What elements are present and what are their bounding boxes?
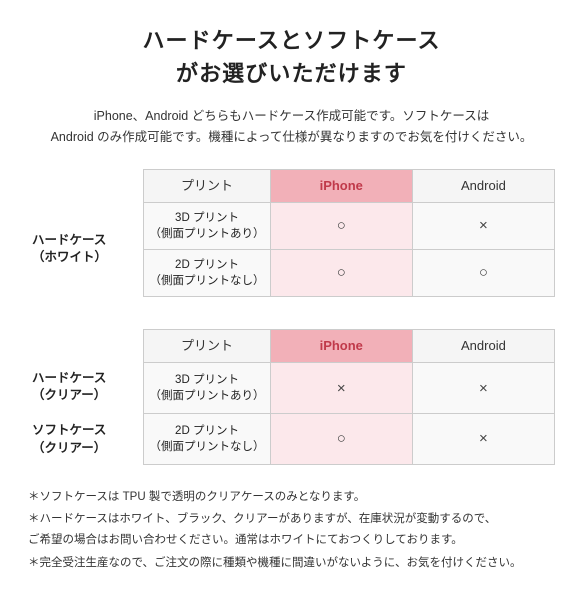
row-group-label-1: ハードケース（ホワイト） [28,202,144,296]
row-3-android: × [412,363,554,414]
row-group-label-2: ハードケース（クリアー）ソフトケース（クリアー） [28,363,144,465]
main-title: ハードケースとソフトケース がお選びいただけます [28,24,555,90]
description-text: iPhone、Android どちらもハードケース作成可能です。ソフトケースは … [28,106,555,149]
notes-section: ＊ソフトケースは TPU 製で透明のクリアケースのみとなります。 ＊ハードケース… [28,483,555,574]
row-1-iphone: ○ [270,202,412,249]
row-4-iphone: ○ [270,414,412,465]
row-1-android: × [412,202,554,249]
row-2-android: ○ [412,249,554,296]
table-section-2: プリント iPhone Android ハードケース（クリアー）ソフトケース（ク… [28,329,555,465]
row-3-iphone: × [270,363,412,414]
col-header-print-1: プリント [144,169,270,202]
note-3: ＊完全受注生産なので、ご注文の際に種類や機種に間違いがないように、お気を付けくだ… [28,553,555,574]
note-1: ＊ソフトケースは TPU 製で透明のクリアケースのみとなります。 [28,487,555,508]
col-header-iphone-1: iPhone [270,169,412,202]
col-header-iphone-2: iPhone [270,330,412,363]
note-2: ＊ハードケースはホワイト、ブラック、クリアーがありますが、在庫状況が変動するので… [28,509,555,550]
row-2-print: 2D プリント（側面プリントなし） [144,249,270,296]
row-1-print: 3D プリント（側面プリントあり） [144,202,270,249]
row-2-iphone: ○ [270,249,412,296]
col-header-print-2: プリント [144,330,270,363]
row-4-android: × [412,414,554,465]
col-header-android-1: Android [412,169,554,202]
row-4-print: 2D プリント（側面プリントなし） [144,414,270,465]
row-3-print: 3D プリント（側面プリントあり） [144,363,270,414]
col-header-android-2: Android [412,330,554,363]
table-section-1: プリント iPhone Android ハードケース（ホワイト） 3D プリント… [28,169,555,298]
